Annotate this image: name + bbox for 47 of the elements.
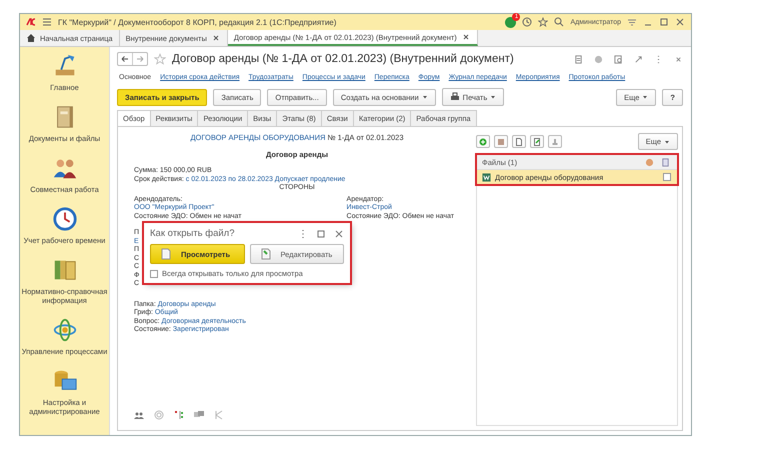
timeline-icon[interactable]: [174, 410, 184, 420]
maximize-icon[interactable]: [659, 17, 669, 27]
document-icon: [161, 248, 171, 260]
close-icon[interactable]: [674, 54, 683, 64]
plus-icon: [479, 138, 487, 146]
close-icon[interactable]: [210, 33, 221, 43]
people-icon[interactable]: [134, 410, 144, 420]
edit-file-button[interactable]: [530, 135, 544, 148]
caret-icon: [664, 138, 670, 144]
menu-icon[interactable]: [42, 17, 52, 27]
clock-icon[interactable]: [52, 206, 78, 232]
star-icon[interactable]: [154, 53, 166, 65]
scan-button[interactable]: [494, 135, 508, 148]
document-title: Договор аренды (№ 1-ДА от 02.01.2023) (Внутренний документ): [172, 53, 515, 65]
star-icon[interactable]: [538, 17, 548, 27]
close-icon[interactable]: [334, 228, 344, 238]
document-icon[interactable]: [574, 54, 583, 64]
square-icon: [497, 138, 505, 146]
maximize-icon[interactable]: [316, 228, 326, 238]
checkbox[interactable]: [150, 270, 158, 278]
orbit-icon[interactable]: [52, 317, 78, 343]
history-icon[interactable]: [522, 17, 532, 27]
checkbox[interactable]: [663, 173, 671, 181]
chat-icon[interactable]: [194, 410, 204, 420]
preview-icon[interactable]: [614, 54, 623, 64]
close-icon[interactable]: [675, 17, 685, 27]
word-document-icon: [482, 172, 491, 182]
close-icon[interactable]: [460, 32, 471, 42]
file-icon: [515, 138, 523, 146]
caret-icon: [642, 94, 648, 100]
navigation-buttons[interactable]: [117, 52, 148, 66]
search-icon[interactable]: [554, 17, 564, 27]
edit-file-icon: [533, 138, 541, 146]
logo-icon: [26, 17, 36, 27]
add-button[interactable]: [476, 135, 490, 148]
settings-menu-icon[interactable]: [627, 17, 637, 27]
printer-icon: [450, 92, 460, 102]
window-title: ГК "Меркурий" / Документооборот 8 КОРП, редакция 2.1 (1С:Предприятие): [58, 18, 338, 26]
caret-icon: [422, 94, 428, 100]
document-icon: [661, 158, 670, 166]
dialog-title: Как открыть файл?: [150, 228, 236, 239]
caret-icon: [490, 94, 496, 100]
stamp-icon: [551, 138, 559, 146]
new-file-button[interactable]: [512, 135, 526, 148]
link-icon[interactable]: [634, 54, 643, 64]
edit-document-icon: [260, 248, 270, 260]
home-icon: [26, 33, 36, 43]
